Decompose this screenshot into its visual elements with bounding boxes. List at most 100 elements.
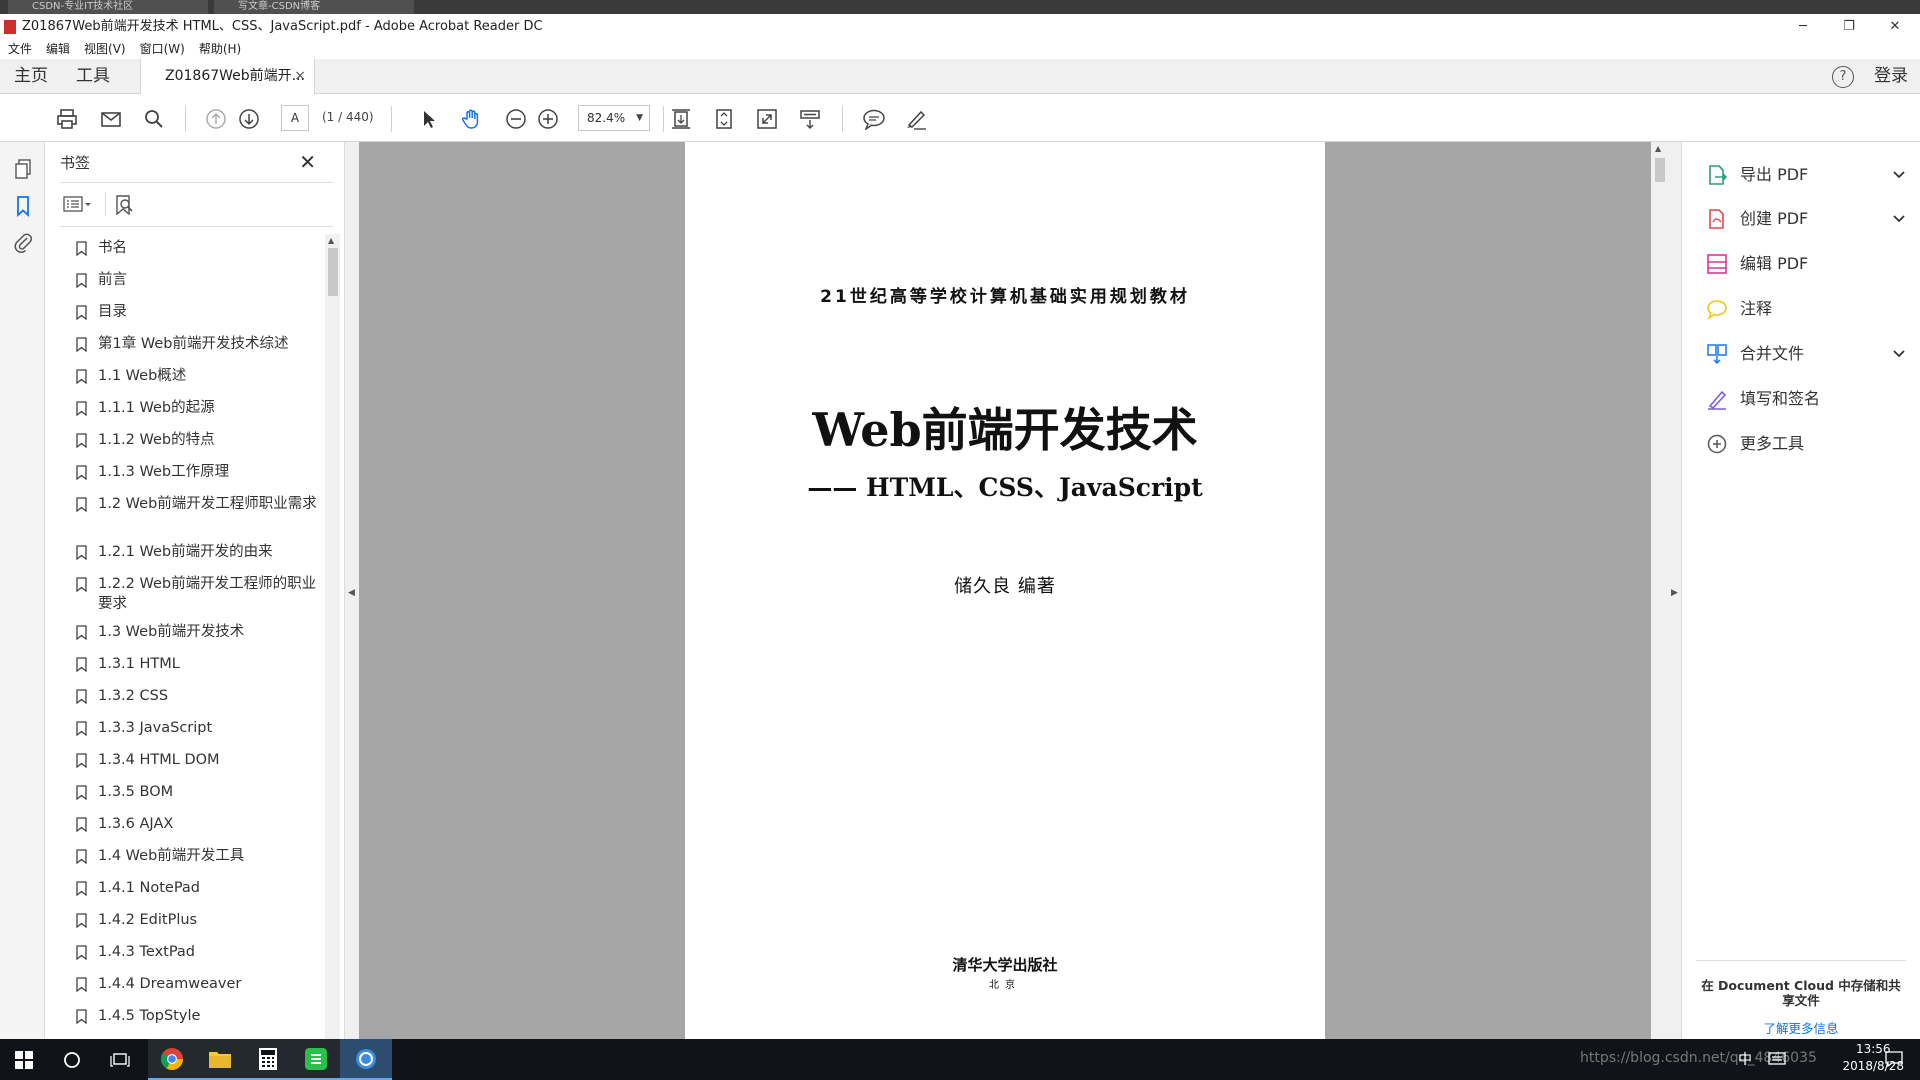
right-panel-collapse[interactable]: ▶ (1668, 142, 1682, 1039)
browser-tab[interactable]: 写文章-CSDN博客 (214, 0, 414, 14)
document-view[interactable]: 21世纪高等学校计算机基础实用规划教材 Web前端开发技术 —— HTML、CS… (359, 142, 1651, 1039)
chrome-icon[interactable] (148, 1039, 196, 1080)
tool-item[interactable]: 导出 PDF (1706, 162, 1906, 188)
menu-file[interactable]: 文件 (8, 40, 32, 59)
login-link[interactable]: 登录 (1874, 59, 1908, 94)
divider (60, 226, 333, 227)
tool-item[interactable]: 更多工具 (1706, 431, 1906, 457)
help-icon[interactable]: ? (1832, 66, 1854, 88)
chevron-down-icon[interactable] (1892, 162, 1906, 198)
scrollbar-thumb[interactable] (1655, 158, 1665, 182)
tab-home[interactable]: 主页 (14, 59, 48, 94)
tool-item[interactable]: 注释 (1706, 296, 1906, 322)
scroll-up-icon[interactable]: ▲ (328, 236, 334, 245)
email-icon[interactable] (98, 106, 124, 132)
bookmark-icon (76, 721, 87, 736)
zoom-out-icon[interactable] (503, 106, 529, 132)
keyboard-icon[interactable] (1768, 1050, 1786, 1070)
app-s-icon[interactable] (292, 1039, 340, 1080)
calculator-icon[interactable] (244, 1039, 292, 1080)
task-view-icon[interactable] (96, 1039, 144, 1080)
tool-item[interactable]: 填写和签名 (1706, 386, 1906, 412)
menu-help[interactable]: 帮助(H) (199, 40, 241, 59)
notification-icon[interactable] (1884, 1050, 1904, 1072)
browser-tab[interactable]: CSDN-专业IT技术社区 (8, 0, 208, 14)
bookmark-item[interactable]: 1.3 Web前端开发技术 (60, 622, 320, 642)
bookmark-panel-icon[interactable] (12, 195, 34, 221)
bookmark-item[interactable]: 1.3.4 HTML DOM (60, 750, 320, 770)
bookmark-item[interactable]: 前言 (60, 270, 320, 290)
highlight-pen-icon[interactable] (903, 106, 929, 132)
restore-button[interactable]: ❐ (1826, 14, 1872, 40)
bookmark-item[interactable]: 1.3.2 CSS (60, 686, 320, 706)
select-cursor-icon[interactable] (416, 106, 442, 132)
bookmark-item[interactable]: 1.3.5 BOM (60, 782, 320, 802)
bookmark-item[interactable]: 1.2 Web前端开发工程师职业需求 (60, 494, 320, 514)
bookmark-item[interactable]: 1.3.1 HTML (60, 654, 320, 674)
bookmark-item[interactable]: 1.1 Web概述 (60, 366, 320, 386)
search-icon[interactable] (141, 106, 167, 132)
scrollbar-thumb[interactable] (328, 248, 338, 296)
left-panel-collapse[interactable]: ◀ (345, 142, 359, 1039)
next-page-icon[interactable] (236, 106, 262, 132)
full-screen-icon[interactable] (754, 106, 780, 132)
bookmark-item[interactable]: 1.2.2 Web前端开发工程师的职业要求 (60, 574, 320, 614)
bookmark-item[interactable]: 1.4 Web前端开发工具 (60, 846, 320, 866)
tool-item[interactable]: 合并文件 (1706, 341, 1906, 367)
bookmark-options-icon[interactable] (63, 194, 93, 218)
bookmark-item[interactable]: 书名 (60, 238, 320, 258)
bookmark-item[interactable]: 1.1.2 Web的特点 (60, 430, 320, 450)
tab-document[interactable]: Z01867Web前端开... × (140, 59, 315, 94)
bookmark-item[interactable]: 1.4.4 Dreamweaver (60, 974, 320, 994)
zoom-in-icon[interactable] (535, 106, 561, 132)
menu-edit[interactable]: 编辑 (46, 40, 70, 59)
toolbar-divider (842, 106, 843, 132)
bookmark-item[interactable]: 目录 (60, 302, 320, 322)
page-thumbnails-icon[interactable] (12, 158, 34, 184)
menu-window[interactable]: 窗口(W) (140, 40, 185, 59)
tool-label: 更多工具 (1740, 434, 1805, 453)
bookmark-item[interactable]: 1.1.3 Web工作原理 (60, 462, 320, 482)
bookmark-item[interactable]: 1.4.2 EditPlus (60, 910, 320, 930)
bookmark-item[interactable]: 1.4.5 TopStyle (60, 1006, 320, 1026)
fit-page-icon[interactable] (711, 106, 737, 132)
attachment-icon[interactable] (12, 232, 34, 258)
tool-item[interactable]: 编辑 PDF (1706, 251, 1906, 277)
print-icon[interactable] (54, 106, 80, 132)
file-explorer-icon[interactable] (196, 1039, 244, 1080)
page-number-input[interactable]: A (281, 105, 309, 131)
chevron-down-icon[interactable] (1892, 341, 1906, 377)
document-scrollbar[interactable]: ▲ (1651, 142, 1668, 1039)
bookmark-item[interactable]: 1.1.1 Web的起源 (60, 398, 320, 418)
bookmarks-scrollbar[interactable]: ▲ (325, 234, 340, 1039)
learn-more-link[interactable]: 了解更多信息 (1696, 1018, 1906, 1037)
close-tab-icon[interactable]: × (294, 59, 306, 94)
menu-view[interactable]: 视图(V) (84, 40, 126, 59)
comment-tool-icon[interactable] (861, 106, 887, 132)
ime-indicator[interactable]: 中 (1738, 1049, 1752, 1069)
bookmark-item[interactable]: 1.3.3 JavaScript (60, 718, 320, 738)
minimize-button[interactable]: ─ (1780, 14, 1826, 40)
hand-tool-icon[interactable] (459, 106, 485, 132)
close-window-button[interactable]: ✕ (1872, 14, 1918, 40)
collapse-left-icon[interactable]: ◀ (348, 588, 355, 598)
find-bookmark-icon[interactable] (113, 194, 135, 220)
close-panel-icon[interactable]: ✕ (299, 150, 316, 174)
collapse-right-icon[interactable]: ▶ (1671, 588, 1678, 598)
tool-item[interactable]: 创建 PDF (1706, 206, 1906, 232)
scroll-up-icon[interactable]: ▲ (1655, 144, 1661, 153)
bookmark-item[interactable]: 第1章 Web前端开发技术综述 (60, 334, 320, 354)
previous-page-icon[interactable] (203, 106, 229, 132)
acrobat-taskbar-icon[interactable] (340, 1039, 392, 1080)
start-icon[interactable] (0, 1039, 48, 1080)
tab-tools[interactable]: 工具 (76, 59, 110, 94)
scroll-mode-icon[interactable] (668, 106, 694, 132)
bookmark-item[interactable]: 1.4.3 TextPad (60, 942, 320, 962)
bookmark-item[interactable]: 1.4.1 NotePad (60, 878, 320, 898)
zoom-select[interactable]: 82.4% ▼ (578, 105, 650, 131)
bookmark-item[interactable]: 1.2.1 Web前端开发的由来 (60, 542, 320, 562)
bookmark-item[interactable]: 1.3.6 AJAX (60, 814, 320, 834)
read-mode-icon[interactable] (797, 106, 823, 132)
chevron-down-icon[interactable] (1892, 206, 1906, 242)
search-circle-icon[interactable] (48, 1039, 96, 1080)
